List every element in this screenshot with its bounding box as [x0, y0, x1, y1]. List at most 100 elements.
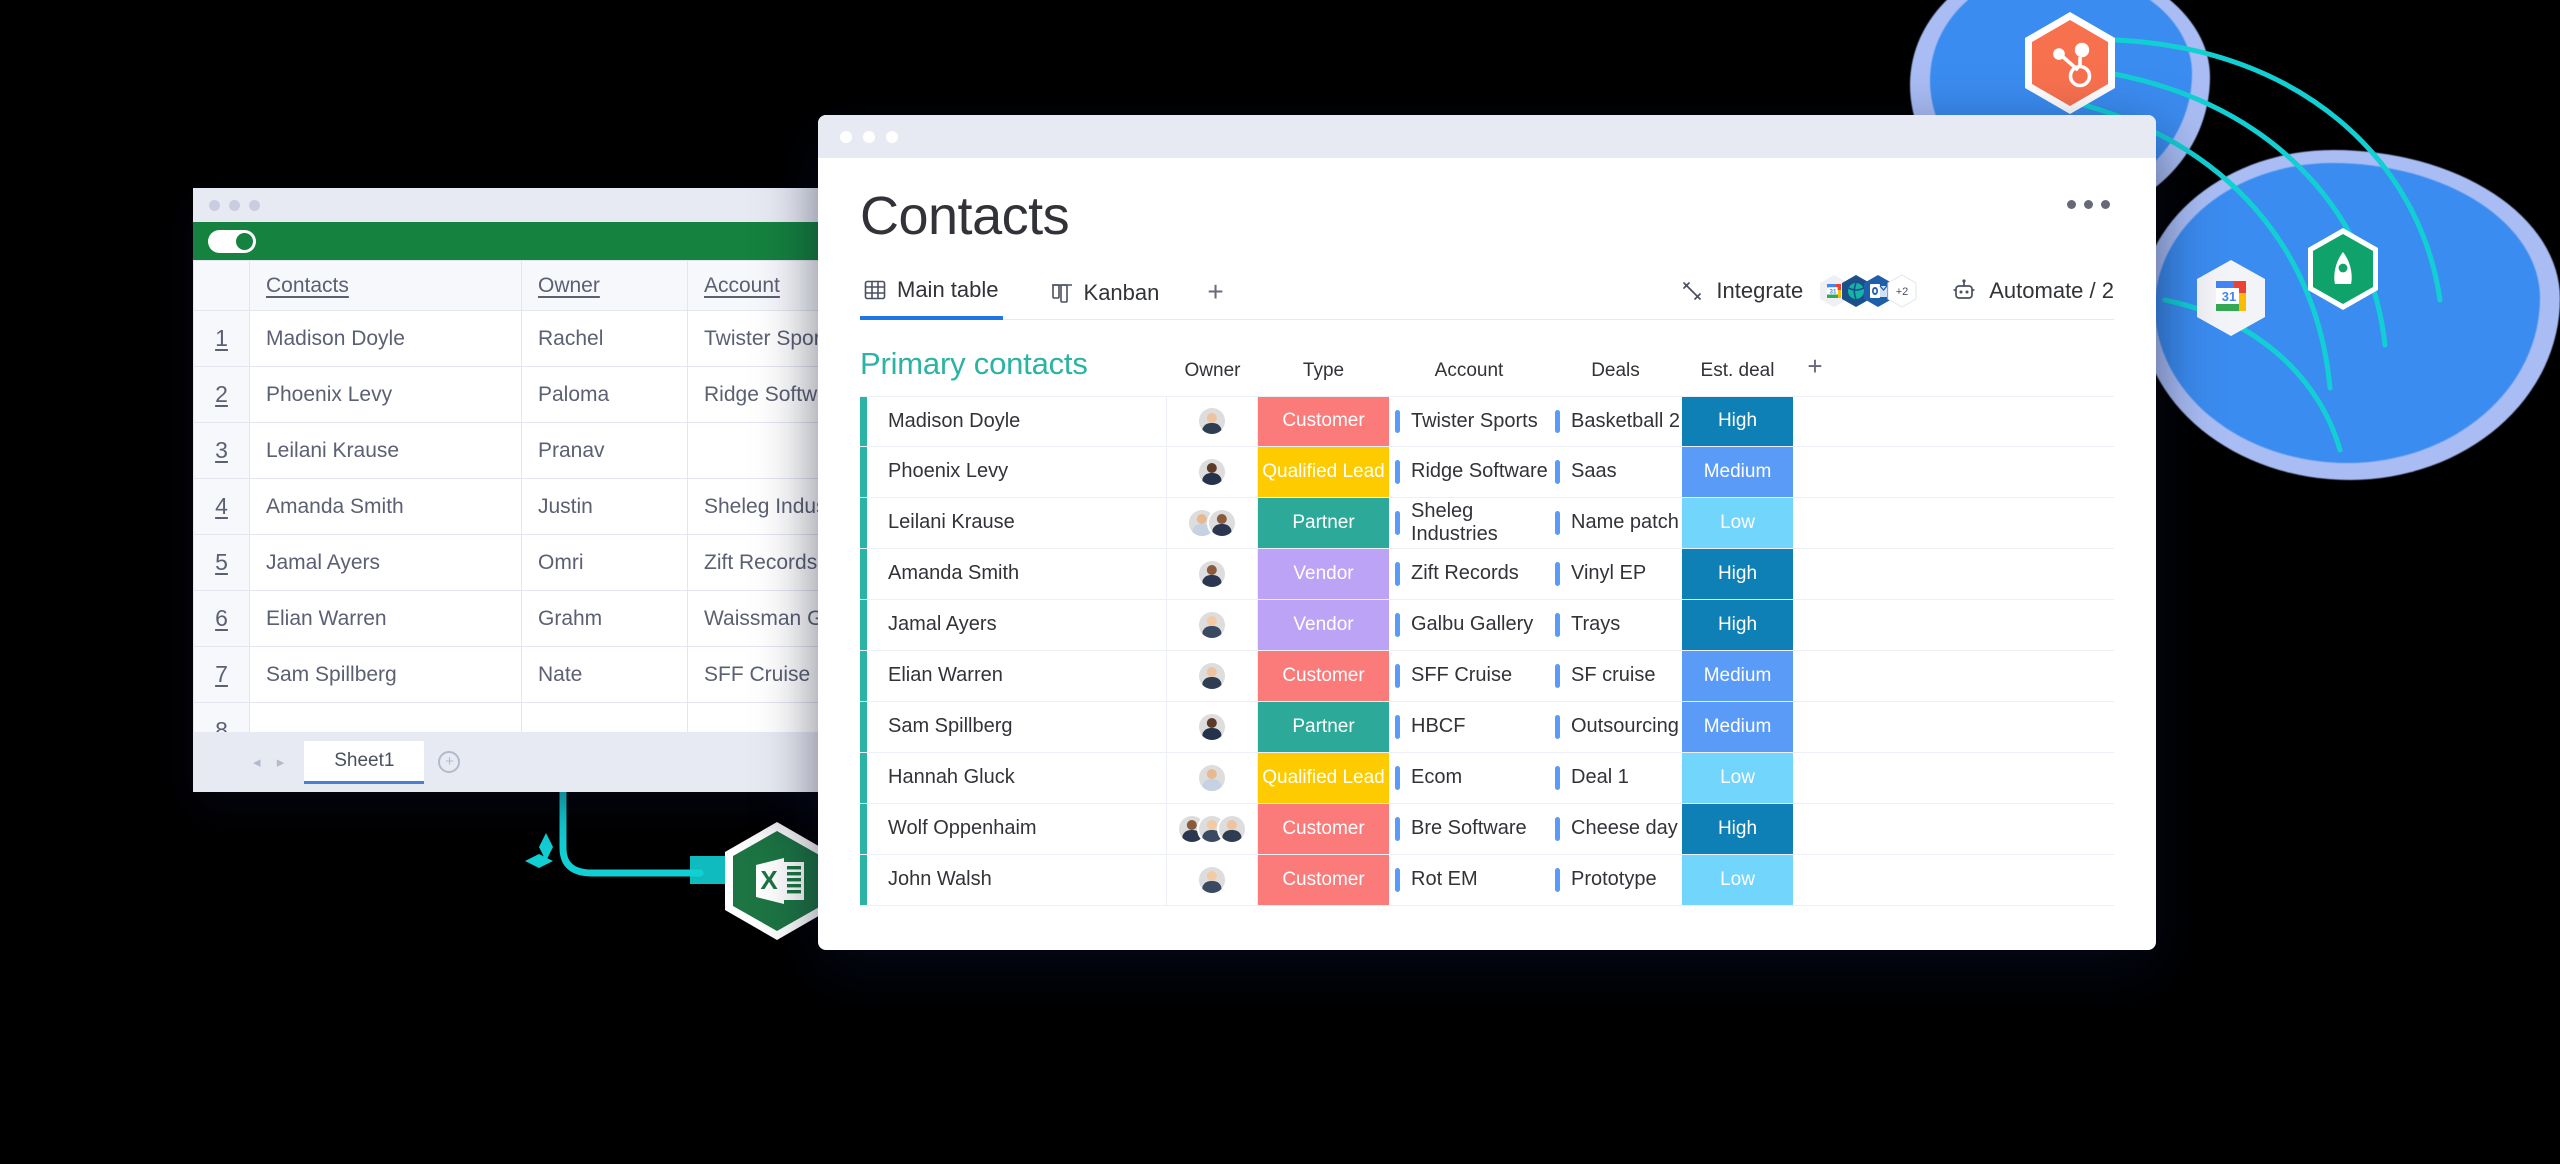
cell-owner[interactable]: Omri: [521, 534, 688, 591]
cell-type[interactable]: Customer: [1258, 396, 1389, 446]
cell-deal[interactable]: Vinyl EP: [1549, 549, 1682, 599]
col-header-account[interactable]: Account: [1389, 360, 1549, 382]
cell-row-add[interactable]: [1793, 549, 1837, 599]
cell-deal[interactable]: Outsourcing: [1549, 702, 1682, 752]
row-number[interactable]: 6: [193, 590, 250, 647]
cell-type[interactable]: Qualified Lead: [1258, 752, 1389, 803]
cell-est-deal[interactable]: High: [1682, 599, 1793, 650]
cell-owner[interactable]: [1167, 446, 1258, 497]
spreadsheet-col-contacts[interactable]: Contacts: [249, 260, 522, 311]
cell-deal[interactable]: Name patch: [1549, 498, 1682, 548]
spreadsheet-row[interactable]: 3 Leilani Krause Pranav: [193, 422, 865, 479]
cell-contact[interactable]: Elian Warren: [249, 590, 522, 647]
cell-contact[interactable]: Sam Spillberg: [249, 646, 522, 703]
cell-owner[interactable]: Nate: [521, 646, 688, 703]
row-number[interactable]: 2: [193, 366, 250, 423]
spreadsheet-row[interactable]: 6 Elian Warren Grahm Waissman Gallery: [193, 590, 865, 647]
cell-row-add[interactable]: [1793, 753, 1837, 803]
table-row[interactable]: Amanda Smith Vendor Zift Records Vinyl EP Hi…: [860, 548, 2114, 600]
cell-owner[interactable]: [1167, 497, 1258, 548]
cell-account[interactable]: Twister Sports: [1389, 397, 1549, 446]
tab-kanban[interactable]: Kanban: [1047, 274, 1164, 319]
cell-deal[interactable]: SF cruise: [1549, 651, 1682, 701]
cell-row-add[interactable]: [1793, 397, 1837, 446]
cell-deal[interactable]: Deal 1: [1549, 753, 1682, 803]
col-header-deals[interactable]: Deals: [1549, 360, 1682, 382]
cell-owner[interactable]: [1167, 752, 1258, 803]
col-header-owner[interactable]: Owner: [1167, 360, 1258, 382]
spreadsheet-col-owner[interactable]: Owner: [521, 260, 688, 311]
cell-est-deal[interactable]: High: [1682, 396, 1793, 446]
window-dot-close[interactable]: [840, 130, 852, 143]
cell-est-deal[interactable]: Medium: [1682, 650, 1793, 701]
cell-account[interactable]: Galbu Gallery: [1389, 600, 1549, 650]
cell-contact-name[interactable]: John Walsh: [867, 854, 1167, 905]
cell-est-deal[interactable]: Low: [1682, 854, 1793, 905]
cell-owner[interactable]: Rachel: [521, 310, 688, 367]
add-view-button[interactable]: +: [1207, 276, 1223, 319]
cell-deal[interactable]: Basketball 2: [1549, 397, 1682, 446]
cell-row-add[interactable]: [1793, 498, 1837, 548]
cell-contact-name[interactable]: Hannah Gluck: [867, 752, 1167, 803]
cell-owner[interactable]: [1167, 650, 1258, 701]
cell-type[interactable]: Customer: [1258, 650, 1389, 701]
cell-owner[interactable]: [1167, 701, 1258, 752]
row-number[interactable]: 5: [193, 534, 250, 591]
cell-est-deal[interactable]: High: [1682, 548, 1793, 599]
table-row[interactable]: Hannah Gluck Qualified Lead Ecom Deal 1 Low: [860, 752, 2114, 804]
add-column-button[interactable]: +: [1793, 351, 1837, 382]
cell-type[interactable]: Partner: [1258, 701, 1389, 752]
cell-contact[interactable]: Amanda Smith: [249, 478, 522, 535]
window-dot-minimize[interactable]: [863, 130, 875, 143]
cell-row-add[interactable]: [1793, 651, 1837, 701]
cell-contact-name[interactable]: Elian Warren: [867, 650, 1167, 701]
spreadsheet-row[interactable]: 1 Madison Doyle Rachel Twister Sports: [193, 310, 865, 367]
cell-contact-name[interactable]: Wolf Oppenhaim: [867, 803, 1167, 854]
avatar[interactable]: [1207, 507, 1237, 538]
cell-type[interactable]: Qualified Lead: [1258, 446, 1389, 497]
cell-contact-name[interactable]: Jamal Ayers: [867, 599, 1167, 650]
cell-row-add[interactable]: [1793, 804, 1837, 854]
cell-owner[interactable]: [1167, 599, 1258, 650]
cell-contact[interactable]: Leilani Krause: [249, 422, 522, 479]
cell-owner[interactable]: Pranav: [521, 422, 688, 479]
avatar[interactable]: [1197, 660, 1227, 691]
overflow-menu-button[interactable]: [2067, 200, 2110, 209]
cell-est-deal[interactable]: Medium: [1682, 701, 1793, 752]
cell-contact-name[interactable]: Sam Spillberg: [867, 701, 1167, 752]
window-dot-maximize[interactable]: [249, 199, 260, 211]
sheet-tab-sheet1[interactable]: Sheet1: [304, 740, 425, 784]
cell-account[interactable]: Ecom: [1389, 753, 1549, 803]
col-header-est-deal[interactable]: Est. deal: [1682, 360, 1793, 382]
sheet-nav-arrows[interactable]: ◂ ▸: [253, 753, 290, 771]
cell-account[interactable]: HBCF: [1389, 702, 1549, 752]
spreadsheet-row[interactable]: 2 Phoenix Levy Paloma Ridge Software: [193, 366, 865, 423]
window-dot-minimize[interactable]: [229, 199, 240, 211]
table-row[interactable]: Leilani Krause Partner Sheleg Industries Na…: [860, 497, 2114, 549]
window-dot-maximize[interactable]: [886, 130, 898, 143]
spreadsheet-toggle[interactable]: [208, 229, 256, 253]
cell-row-add[interactable]: [1793, 447, 1837, 497]
avatar[interactable]: [1197, 864, 1227, 895]
table-row[interactable]: Phoenix Levy Qualified Lead Ridge Software…: [860, 446, 2114, 498]
spreadsheet-row[interactable]: 5 Jamal Ayers Omri Zift Records: [193, 534, 865, 591]
cell-type[interactable]: Customer: [1258, 803, 1389, 854]
row-number[interactable]: 4: [193, 478, 250, 535]
cell-account[interactable]: SFF Cruise: [1389, 651, 1549, 701]
cell-owner[interactable]: Grahm: [521, 590, 688, 647]
cell-contact-name[interactable]: Leilani Krause: [867, 497, 1167, 548]
avatar[interactable]: [1197, 711, 1227, 742]
table-row[interactable]: Elian Warren Customer SFF Cruise SF cruise M…: [860, 650, 2114, 702]
cell-contact[interactable]: Jamal Ayers: [249, 534, 522, 591]
cell-est-deal[interactable]: Low: [1682, 497, 1793, 548]
cell-deal[interactable]: Prototype: [1549, 855, 1682, 905]
cell-row-add[interactable]: [1793, 702, 1837, 752]
avatar[interactable]: [1197, 609, 1227, 640]
cell-account[interactable]: Ridge Software: [1389, 447, 1549, 497]
row-number[interactable]: 1: [193, 310, 250, 367]
table-row[interactable]: Wolf Oppenhaim Customer Bre Software Cheese…: [860, 803, 2114, 855]
cell-owner[interactable]: Paloma: [521, 366, 688, 423]
cell-account[interactable]: Zift Records: [1389, 549, 1549, 599]
integrate-button[interactable]: Integrate 31 +2: [1680, 274, 1917, 308]
cell-contact-name[interactable]: Amanda Smith: [867, 548, 1167, 599]
